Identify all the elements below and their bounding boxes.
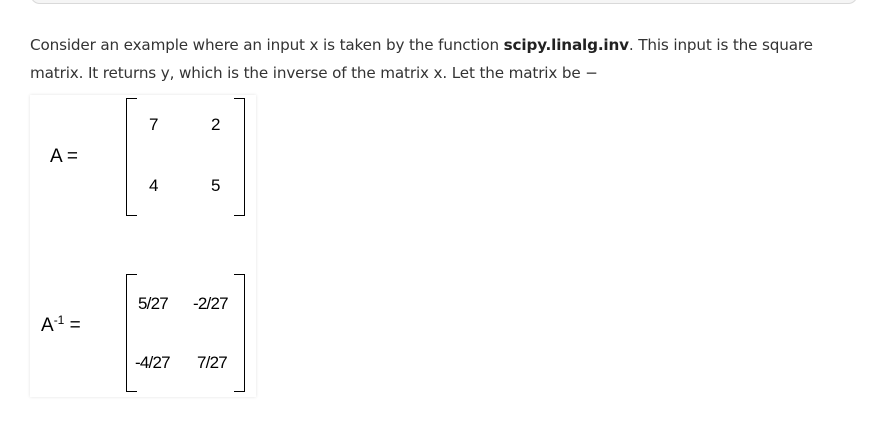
- matrix-a-cell-1-1: 7: [149, 115, 158, 134]
- function-name: scipy.linalg.inv: [503, 36, 629, 54]
- matrix-inverse-cell-2-2: 7/27: [197, 353, 228, 372]
- inverse-label-equals: =: [69, 315, 81, 336]
- top-frame: [30, 0, 858, 4]
- matrix-a-cell-1-2: 2: [211, 115, 220, 134]
- matrix-a-left-bracket: [126, 98, 137, 216]
- inverse-label-base: A: [41, 315, 54, 336]
- matrix-figure: A = 7 2 4 5 A-1 = 5/27 -2/27 -4/27 7/27: [30, 95, 256, 397]
- matrix-a-right-bracket: [234, 98, 245, 216]
- matrix-a-cell-2-2: 5: [211, 176, 220, 195]
- matrix-inverse-right-bracket: [234, 274, 245, 392]
- matrix-inverse-label: A-1 =: [41, 313, 81, 337]
- matrix-inverse-cell-2-1: -4/27: [135, 353, 171, 372]
- matrix-inverse-cell-1-1: 5/27: [138, 294, 169, 313]
- matrix-inverse-left-bracket: [126, 274, 137, 392]
- inverse-label-exponent: -1: [53, 313, 65, 327]
- matrix-a-label: A =: [50, 146, 78, 167]
- description-paragraph: Consider an example where an input x is …: [30, 31, 870, 87]
- paragraph-text-before: Consider an example where an input x is …: [30, 36, 504, 54]
- matrix-inverse-cell-1-2: -2/27: [193, 294, 229, 313]
- matrix-a-cell-2-1: 4: [149, 176, 158, 195]
